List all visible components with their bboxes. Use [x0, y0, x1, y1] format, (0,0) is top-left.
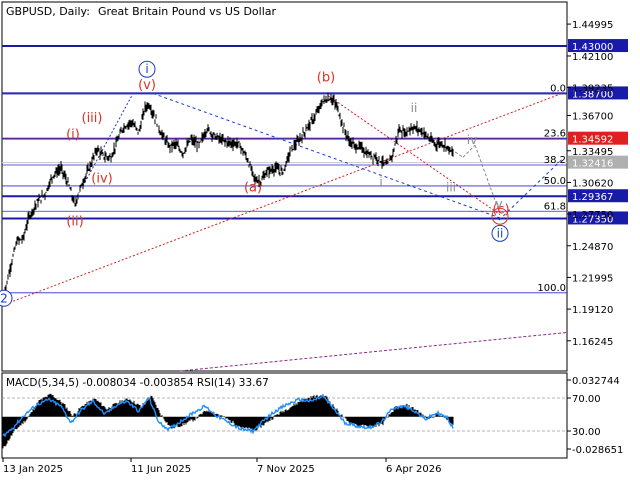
- wave-label-blue: 2: [0, 291, 8, 305]
- time-tick-label: 7 Nov 2025: [257, 464, 315, 475]
- price-tick-label: 1.33495: [572, 147, 613, 158]
- price-panel: [1, 1, 568, 372]
- price-tick-label: 1.24870: [572, 242, 613, 253]
- level-price-label: 1.34592: [572, 135, 613, 146]
- fib-level-label: 0.0: [550, 83, 566, 94]
- wave-label-red: (iv): [91, 172, 112, 187]
- wave-label-red: (i): [66, 128, 80, 143]
- price-tick-label: 1.39235: [572, 84, 613, 95]
- time-tick-label: 13 Jan 2025: [3, 464, 63, 475]
- wave-label-red: (iii): [82, 111, 103, 126]
- price-tick-label: 1.30620: [572, 178, 613, 189]
- wave-label-gray: i: [379, 175, 382, 189]
- instrument-description: Great Britain Pound vs US Dollar: [98, 5, 277, 18]
- time-tick-label: 6 Apr 2026: [386, 464, 441, 475]
- fib-level-label: 38.2: [544, 155, 566, 166]
- price-tick-label: 1.42100: [572, 52, 613, 63]
- wave-label-gray: iii: [446, 180, 456, 194]
- indicator-axis: 0.032744 70.00 30.00 -0.028651: [567, 376, 623, 456]
- wave-label-red: (b): [317, 70, 335, 85]
- time-tick-label: 11 Jun 2025: [131, 464, 191, 475]
- indicator-tick-label: 30.00: [572, 427, 601, 438]
- wave-label-gray: ii: [411, 101, 418, 115]
- wave-label-blue: i: [145, 62, 148, 76]
- time-axis: 13 Jan 2025 11 Jun 2025 7 Nov 2025 6 Apr 20…: [2, 458, 441, 475]
- price-tick-label: 1.21995: [572, 273, 613, 284]
- indicator-label: MACD(5,34,5) -0.008034 -0.003854 RSI(14)…: [6, 377, 269, 389]
- price-tick-label: 1.36700: [572, 111, 613, 122]
- wave-label-red: (v): [138, 78, 156, 93]
- wave-label-gray: iv: [467, 133, 477, 147]
- price-tick-label: 1.19120: [572, 305, 613, 316]
- fib-level-label: 100.0: [537, 283, 566, 294]
- fib-level-label: 23.6: [544, 129, 566, 140]
- wave-label-blue: ii: [497, 226, 504, 240]
- fib-level-label: 50.0: [544, 176, 566, 187]
- price-tick-label: 1.27750: [572, 210, 613, 221]
- wave-label-red: (ii): [66, 215, 83, 230]
- price-axis: 1.44995 1.42100 1.39235 1.36700 1.33495 1.306…: [567, 20, 613, 348]
- wave-label-red: (a): [244, 180, 262, 195]
- chart-title: GBPUSD, Daily: Great Britain Pound vs US …: [6, 5, 276, 18]
- fib-level-label: 61.8: [544, 201, 566, 212]
- level-price-label: 1.29367: [572, 192, 613, 203]
- price-tick-label: 1.16245: [572, 337, 613, 348]
- gbpusd-chart: 1.430001.387001.345921.293671.273501.324…: [0, 1, 628, 475]
- price-tick-label: 1.44995: [572, 20, 613, 31]
- indicator-tick-label: 70.00: [572, 394, 601, 405]
- symbol-label: GBPUSD, Daily:: [6, 5, 90, 18]
- indicator-tick-label: 0.032744: [572, 376, 620, 387]
- current-price-label: 1.32416: [572, 159, 613, 170]
- indicator-tick-label: -0.028651: [572, 445, 623, 456]
